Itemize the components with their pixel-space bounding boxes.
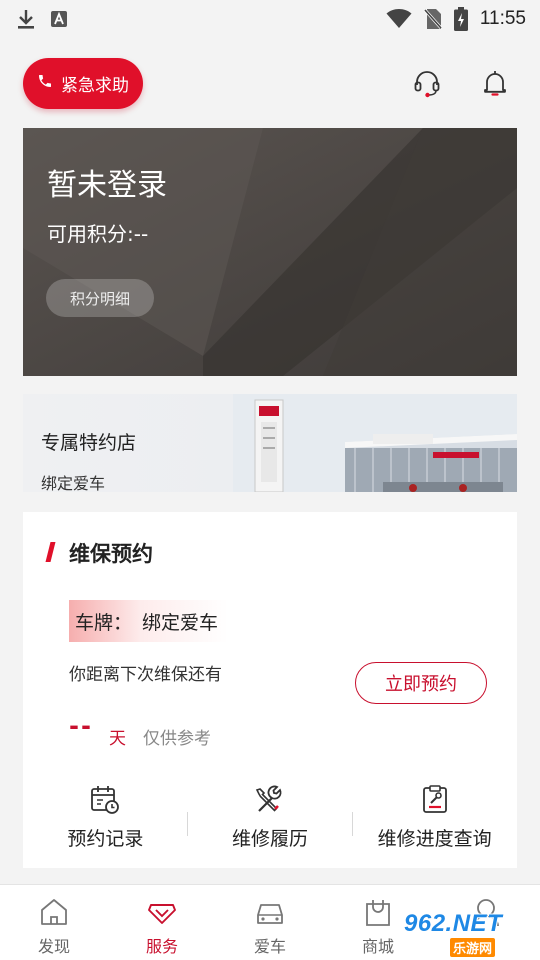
booking-records-label: 预约记录 <box>67 828 144 850</box>
nav-discover[interactable]: 发现 <box>0 885 108 960</box>
nav-my-car[interactable]: 爱车 <box>216 885 324 960</box>
plate-row[interactable]: 车牌： 绑定爱车 <box>69 600 229 642</box>
clipboard-wrench-icon <box>419 784 451 816</box>
points-balance: 可用积分:-- <box>47 222 149 246</box>
shortcut-divider <box>187 812 188 836</box>
nav-service[interactable]: 服务 <box>108 885 216 960</box>
repair-progress-shortcut[interactable]: 维修进度查询 <box>352 784 517 864</box>
repair-history-shortcut[interactable]: 维修履历 <box>188 784 353 864</box>
plate-value: 绑定爱车 <box>142 611 219 634</box>
phone-icon <box>37 73 53 94</box>
home-icon <box>37 895 71 929</box>
days-unit: 天 <box>109 729 126 749</box>
download-icon <box>16 8 36 30</box>
service-shortcuts: 预约记录 维修履历 维修进度查询 <box>23 784 517 864</box>
wifi-icon <box>386 9 412 29</box>
booking-records-shortcut[interactable]: 预约记录 <box>23 784 188 864</box>
header: 紧急求助 <box>0 52 540 112</box>
nav-label: 服务 <box>145 937 178 956</box>
dealer-banner[interactable]: 专属特约店 绑定爱车 <box>23 394 517 492</box>
calendar-clock-icon <box>89 784 121 816</box>
title-accent-bar <box>45 542 56 562</box>
nav-label: 商城 <box>361 937 394 956</box>
book-now-button[interactable]: 立即预约 <box>355 662 487 704</box>
dealership-building-image <box>233 394 517 492</box>
plate-label: 车牌： <box>75 611 133 634</box>
heart-diamond-icon <box>145 895 179 929</box>
repair-progress-label: 维修进度查询 <box>377 828 492 850</box>
status-bar: 11:55 <box>0 0 540 38</box>
account-card: 暂未登录 可用积分:-- 积分明细 <box>23 128 517 376</box>
status-time: 11:55 <box>479 8 526 29</box>
headset-icon[interactable] <box>412 68 442 98</box>
watermark-logo: 962.NET 乐游网 <box>398 908 536 958</box>
points-details-button[interactable]: 积分明细 <box>46 279 154 317</box>
repair-history-label: 维修履历 <box>232 828 309 850</box>
watermark-sub: 乐游网 <box>450 938 496 957</box>
emergency-help-button[interactable]: 紧急求助 <box>23 58 143 109</box>
next-service-text: 你距离下次维保还有 <box>69 665 222 685</box>
battery-charging-icon <box>453 7 468 31</box>
a-badge-icon <box>50 10 68 28</box>
nav-label: 发现 <box>37 937 70 956</box>
bell-icon[interactable] <box>480 68 510 98</box>
maintenance-card: 维保预约 车牌： 绑定爱车 你距离下次维保还有 立即预约 -- 天 仅供参考 预… <box>23 512 517 868</box>
dealer-title: 专属特约店 <box>41 432 137 454</box>
nav-label: 爱车 <box>253 937 286 956</box>
reference-only-note: 仅供参考 <box>143 729 211 749</box>
bind-car-link[interactable]: 绑定爱车 <box>41 470 105 492</box>
no-sim-icon <box>423 8 442 30</box>
watermark-main: 962.NET <box>404 910 503 937</box>
maintenance-title: 维保预约 <box>69 542 153 566</box>
days-remaining-value: -- <box>69 712 93 740</box>
login-status[interactable]: 暂未登录 <box>47 160 167 204</box>
tools-icon <box>254 784 286 816</box>
car-icon <box>253 895 287 929</box>
emergency-help-label: 紧急求助 <box>61 76 129 96</box>
shortcut-divider <box>352 812 353 836</box>
shopping-bag-icon <box>361 895 395 929</box>
